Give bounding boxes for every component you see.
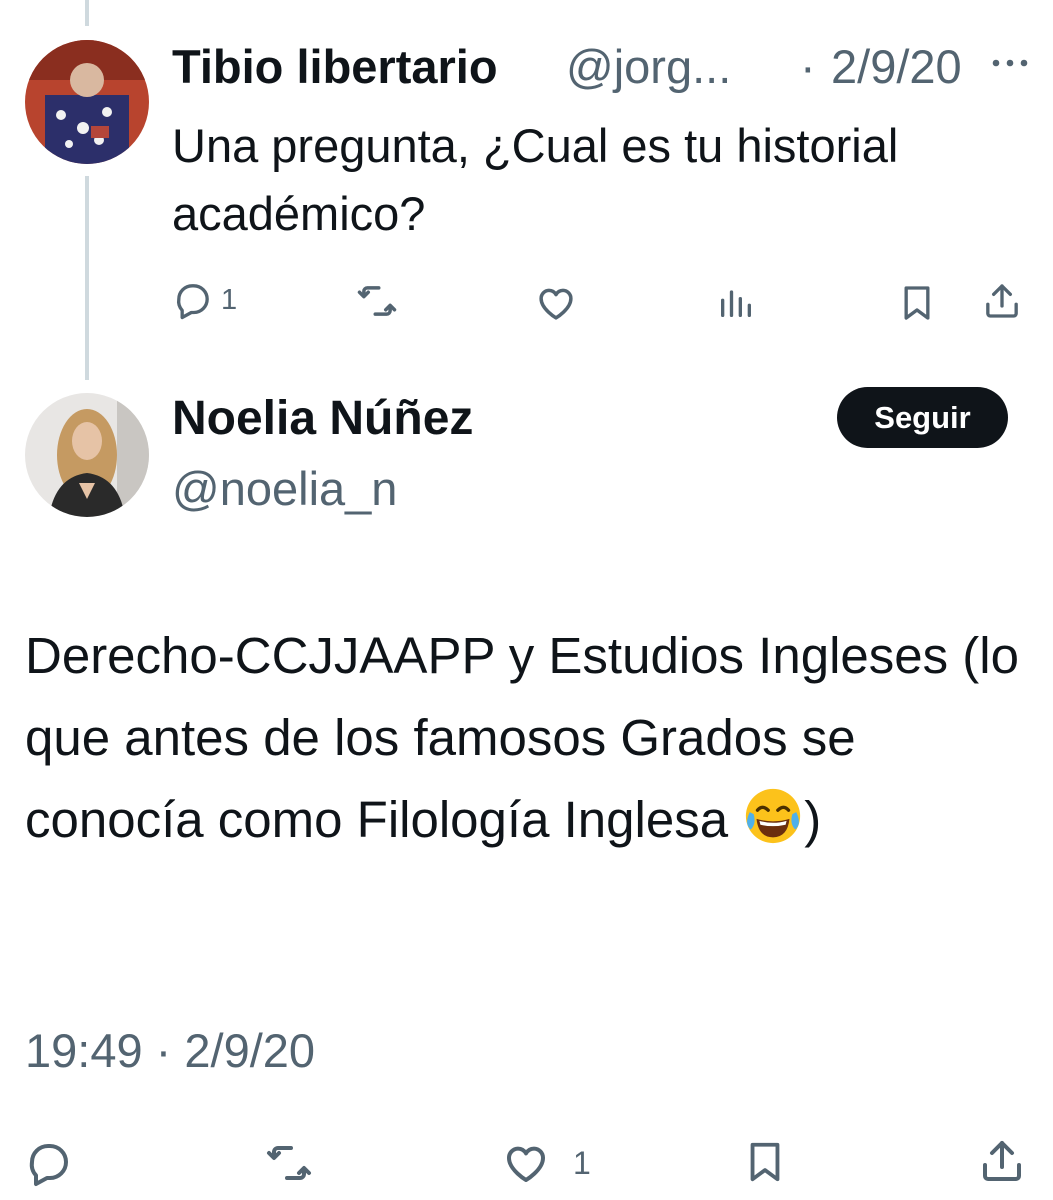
heart-icon [507,1146,545,1182]
reply-author-name[interactable]: Tibio libertario [172,36,498,98]
main-author-handle[interactable]: @noelia_n [172,458,397,520]
main-repost-button[interactable] [264,1139,314,1187]
reply-count: 1 [221,283,238,316]
bookmark-icon [904,286,930,320]
main-reply-button[interactable] [25,1139,73,1187]
main-text-body: Derecho-CCJJAAPP y Estudios Ingleses (lo… [25,627,1019,848]
reply-author-handle[interactable]: @jorg... [566,36,731,98]
main-text-end: ) [804,791,822,848]
main-text: Derecho-CCJJAAPP y Estudios Ingleses (lo… [25,615,1035,861]
reply-header: Tibio libertario @jorg... · 2/9/20 [172,36,1032,98]
reply-separator: · [800,40,816,93]
reply-date[interactable]: 2/9/20 [831,36,962,98]
main-bookmark-button[interactable] [742,1136,788,1188]
reply-share-button[interactable] [982,280,1022,322]
reply-avatar[interactable] [25,40,149,164]
like-count: 1 [573,1144,591,1181]
main-like-button[interactable]: 1 [501,1139,591,1187]
tweet-timestamp[interactable]: 19:49 · 2/9/20 [25,1020,315,1082]
face-with-tears-of-joy-icon [746,788,801,844]
share-icon [983,1141,1021,1181]
main-avatar[interactable] [25,393,149,517]
thread-connector-top [85,0,89,26]
comment-icon [29,1144,68,1186]
follow-button[interactable]: Seguir [837,387,1008,448]
reply-repost-button[interactable] [356,280,398,322]
more-options-icon[interactable] [990,53,1030,73]
repost-icon [267,1146,311,1180]
thread-connector [85,176,89,380]
bookmark-icon [750,1142,780,1182]
repost-icon [357,286,397,316]
comment-icon [177,284,209,320]
reply-bookmark-button[interactable] [897,282,937,324]
views-icon [721,290,751,317]
reply-reply-button[interactable]: 1 [173,280,237,320]
main-author-name[interactable]: Noelia Núñez [172,388,473,450]
heart-icon [539,288,573,320]
reply-text: Una pregunta, ¿Cual es tu historial acad… [172,119,899,240]
reply-views-button[interactable] [716,282,756,322]
reply-like-button[interactable] [535,282,577,324]
share-icon [986,284,1018,318]
main-share-button[interactable] [978,1136,1026,1186]
